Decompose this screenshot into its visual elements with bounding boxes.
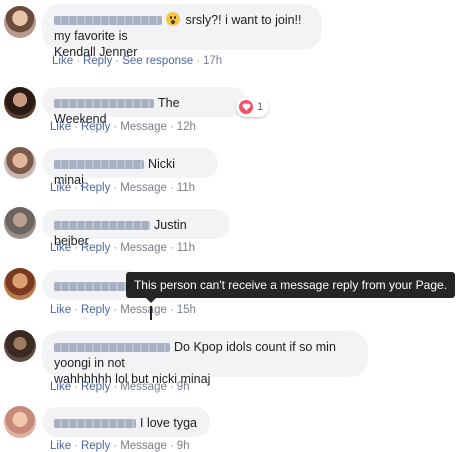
reaction-count: 1 xyxy=(257,101,264,113)
author-name-redacted[interactable] xyxy=(54,282,130,292)
message-link[interactable]: Message xyxy=(120,242,167,254)
like-link[interactable]: Like xyxy=(50,182,71,194)
timestamp[interactable]: 15h xyxy=(177,304,196,316)
reply-link[interactable]: Reply xyxy=(81,242,110,254)
author-name-redacted[interactable] xyxy=(54,160,144,170)
timestamp[interactable]: 12h xyxy=(177,121,196,133)
like-link[interactable]: Like xyxy=(50,242,71,254)
author-name-redacted[interactable] xyxy=(54,99,154,109)
comment-actions: Like · Reply · Message · 11h xyxy=(50,242,196,254)
message-link[interactable]: Message xyxy=(120,304,167,316)
author-name-redacted[interactable] xyxy=(54,419,136,429)
timestamp[interactable]: 11h xyxy=(177,182,195,194)
timestamp[interactable]: 11h xyxy=(177,242,195,254)
comment-actions: Like · Reply · Message · 15h xyxy=(50,304,196,316)
reply-link[interactable]: Reply xyxy=(81,304,110,316)
surprised-face-icon xyxy=(166,12,180,26)
comment-actions: Like · Reply · Message · 9h xyxy=(50,381,190,393)
reply-link[interactable]: Reply xyxy=(81,381,110,393)
avatar[interactable] xyxy=(4,406,36,438)
comment-bubble: The Weekend xyxy=(42,87,246,126)
timestamp[interactable]: 17h xyxy=(203,55,222,67)
comment-text: I love tyga xyxy=(140,416,197,430)
see-response-link[interactable]: See response xyxy=(122,55,193,67)
message-link[interactable]: Message xyxy=(120,440,167,452)
avatar[interactable] xyxy=(4,207,36,239)
comment-bubble: Justin beiber xyxy=(42,209,230,248)
reply-link[interactable]: Reply xyxy=(81,182,110,194)
avatar[interactable] xyxy=(4,330,36,362)
like-link[interactable]: Like xyxy=(50,304,71,316)
avatar[interactable] xyxy=(4,87,36,119)
timestamp[interactable]: 9h xyxy=(177,381,190,393)
comment-actions: Like · Reply · Message · 9h xyxy=(50,440,190,452)
message-disabled-tooltip: This person can't receive a message repl… xyxy=(126,272,455,303)
timestamp[interactable]: 9h xyxy=(177,440,190,452)
comment-actions: Like · Reply · Message · 11h xyxy=(50,182,196,194)
message-link[interactable]: Message xyxy=(120,182,167,194)
comment-bubble: Nicki minaj xyxy=(42,148,218,187)
reply-link[interactable]: Reply xyxy=(81,121,110,133)
like-link[interactable]: Like xyxy=(50,381,71,393)
comment-bubble: Do Kpop idols count if so min yoongi in … xyxy=(42,331,368,386)
author-name-redacted[interactable] xyxy=(54,221,150,231)
reply-link[interactable]: Reply xyxy=(83,55,112,67)
like-link[interactable]: Like xyxy=(50,121,71,133)
comment-actions: Like · Reply · See response · 17h xyxy=(52,55,223,67)
text-cursor xyxy=(150,306,152,320)
avatar[interactable] xyxy=(4,6,36,38)
avatar[interactable] xyxy=(4,147,36,179)
author-name-redacted[interactable] xyxy=(54,343,170,353)
heart-icon xyxy=(239,100,253,114)
message-link[interactable]: Message xyxy=(120,381,167,393)
avatar[interactable] xyxy=(4,268,36,300)
author-name-redacted[interactable] xyxy=(54,16,162,26)
reaction-badge[interactable]: 1 xyxy=(236,97,270,117)
comment-bubble: srsly?! i want to join!! my favorite is … xyxy=(42,4,322,59)
comment-bubble: I love tyga xyxy=(42,407,210,437)
comment-actions: Like · Reply · Message · 12h xyxy=(50,121,196,133)
reply-link[interactable]: Reply xyxy=(81,440,110,452)
like-link[interactable]: Like xyxy=(52,55,73,67)
like-link[interactable]: Like xyxy=(50,440,71,452)
message-link[interactable]: Message xyxy=(120,121,167,133)
